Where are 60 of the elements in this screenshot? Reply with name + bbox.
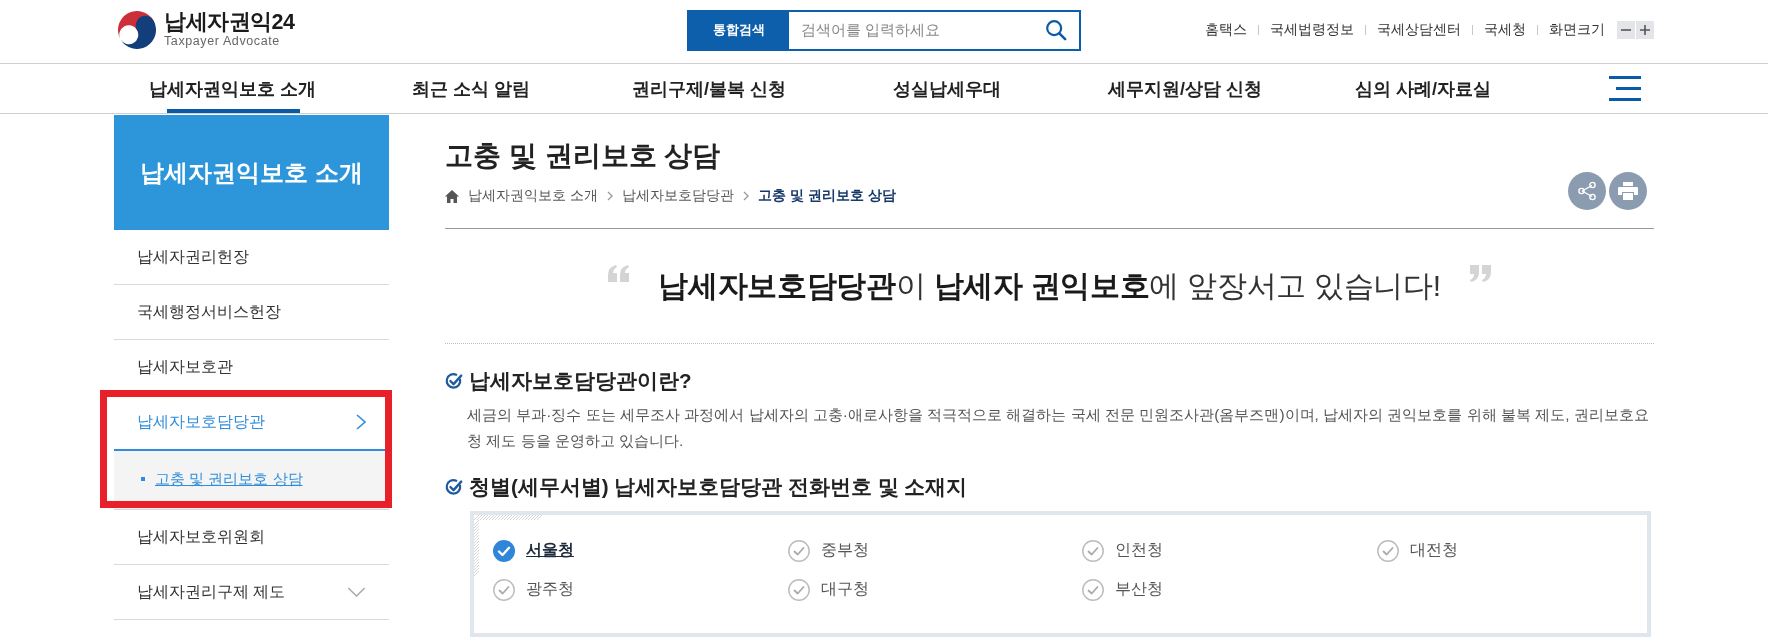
utility-link[interactable]: 국세상담센터 <box>1377 21 1461 39</box>
sidebar-item[interactable]: 납세자권리헌장 <box>114 230 389 284</box>
check-circle-icon <box>1082 578 1104 601</box>
font-size-label: 화면크기 <box>1549 21 1605 39</box>
share-button[interactable] <box>1568 172 1606 210</box>
sidebar-item[interactable]: 국세행정서비스헌장 <box>114 285 389 339</box>
check-circle-icon <box>445 478 463 496</box>
plus-icon[interactable] <box>1636 21 1654 39</box>
sidebar-title: 납세자권익보호 소개 <box>140 157 363 188</box>
print-icon <box>1618 182 1638 200</box>
office-option[interactable]: 광주청 <box>493 578 574 601</box>
nav-item[interactable]: 성실납세우대 <box>828 64 1066 113</box>
search-icon[interactable] <box>1045 19 1067 41</box>
share-icon <box>1577 181 1597 201</box>
chevron-right-icon <box>606 191 613 201</box>
nav-item[interactable]: 심의 사례/자료실 <box>1304 64 1542 113</box>
office-option[interactable]: 대전청 <box>1376 539 1458 562</box>
minus-icon[interactable] <box>1617 21 1635 39</box>
page-title: 고충 및 권리보호 상담 <box>445 139 722 173</box>
bullet-icon <box>141 477 145 481</box>
search-bar[interactable]: 통합검색 검색어를 입력하세요 <box>687 9 1081 51</box>
section-heading: 납세자보호담당관이란? <box>469 368 692 394</box>
utility-link[interactable]: 국세법령정보 <box>1270 21 1354 39</box>
sidebar-item[interactable]: 납세자권리구제 제도 <box>114 565 389 619</box>
slogan-text: 납세자보호담당관이 납세자 권익보호에 앞장서고 있습니다! <box>658 267 1441 304</box>
logo-icon[interactable] <box>118 11 156 49</box>
check-circle-icon <box>787 539 810 562</box>
nav-item[interactable]: 세무지원/상담 신청 <box>1066 64 1304 113</box>
check-circle-icon <box>493 578 515 601</box>
utility-link[interactable]: 홈택스 <box>1205 21 1247 39</box>
home-icon[interactable] <box>445 189 459 203</box>
section-heading: 청별(세무서별) 납세자보호담당관 전화번호 및 소재지 <box>469 474 968 500</box>
check-circle-icon <box>1082 539 1104 562</box>
nav-item[interactable]: 납세자권익보호 소개 <box>114 64 352 113</box>
sidebar-item[interactable]: 납세자보호위원회 <box>114 510 389 564</box>
logo-subtitle: Taxpayer Advocate <box>164 34 281 49</box>
check-circle-icon <box>445 372 463 390</box>
logo-title[interactable]: 납세자권익24 <box>164 11 295 34</box>
breadcrumb-item[interactable]: 납세자권익보호 소개 <box>468 187 598 205</box>
menu-icon[interactable] <box>1609 76 1641 101</box>
chevron-right-icon <box>742 191 749 201</box>
check-circle-icon <box>493 539 515 562</box>
check-circle-icon <box>1376 539 1399 562</box>
search-scope-button[interactable]: 통합검색 <box>689 11 789 49</box>
office-option[interactable]: 서울청 <box>493 539 574 562</box>
print-button[interactable] <box>1609 172 1647 210</box>
breadcrumb-item[interactable]: 납세자보호담당관 <box>621 187 734 205</box>
nav-item[interactable]: 최근 소식 알림 <box>352 64 590 113</box>
office-option[interactable]: 중부청 <box>787 539 869 562</box>
utility-link[interactable]: 국세청 <box>1484 21 1526 39</box>
office-option[interactable]: 대구청 <box>787 578 869 601</box>
opening-quote-icon <box>608 264 631 282</box>
office-option[interactable]: 인천청 <box>1082 539 1163 562</box>
sidebar-item[interactable]: 납세자보호관 <box>114 340 389 394</box>
office-option[interactable]: 부산청 <box>1082 578 1163 601</box>
check-circle-icon <box>787 578 810 601</box>
breadcrumb-item: 고충 및 권리보호 상담 <box>757 187 896 205</box>
nav-item[interactable]: 권리구제/불복 신청 <box>590 64 828 113</box>
closing-quote-icon <box>1468 264 1491 282</box>
description-text: 세금의 부과·징수 또는 세무조사 과정에서 납세자의 고충·애로사항을 적극적으로 해결하는 국세 전문 민원조사관(옴부즈맨)이며, 납세자의 권익보호를 위해 불복 제도, 권리보호요청 제도 등을 운영하고 있습니다. <box>467 405 1650 451</box>
